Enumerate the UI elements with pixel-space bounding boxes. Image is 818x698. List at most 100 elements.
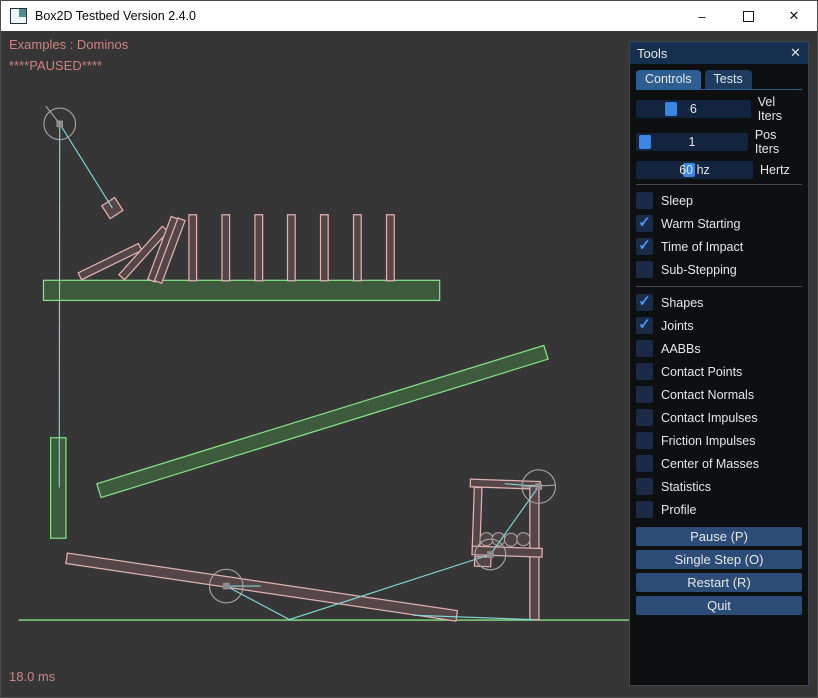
app-window: Box2D Testbed Version 2.4.0 – ✕ Examples… [0, 0, 818, 698]
window-controls: – ✕ [679, 1, 817, 31]
anchor-point-2 [223, 583, 230, 590]
tools-panel: Tools ✕ ControlsTests 6 Vel Iters 1 Pos Ite… [629, 41, 809, 686]
close-icon: ✕ [789, 8, 800, 24]
checkbox-label-profile: Profile [661, 503, 696, 517]
checkbox-label-contact-impulses: Contact Impulses [661, 411, 758, 425]
example-label: Examples : Dominos [9, 37, 128, 52]
app-icon [10, 8, 27, 24]
checkbox-time-of-impact[interactable]: ✓ [636, 238, 653, 255]
slider-row-vel-iters: 6 Vel Iters [636, 95, 802, 123]
checkbox-contact-impulses[interactable] [636, 409, 653, 426]
checkbox-label-contact-normals: Contact Normals [661, 388, 754, 402]
checkbox-row-aabbs[interactable]: AABBs [636, 337, 802, 360]
maximize-icon [743, 11, 754, 22]
slider-row-hertz: 60 hz Hertz [636, 161, 802, 179]
checkbox-row-sub-stepping[interactable]: Sub-Stepping [636, 258, 802, 281]
frame-left-post[interactable] [472, 487, 482, 554]
domino-standing-3[interactable] [255, 215, 263, 281]
slider-pos-iters[interactable]: 1 [636, 133, 748, 151]
domino-standing-7[interactable] [387, 215, 395, 281]
cradle-ball-4[interactable] [517, 533, 530, 546]
slider-value-hertz: 60 hz [636, 161, 753, 179]
slider-hertz[interactable]: 60 hz [636, 161, 753, 179]
checkbox-contact-points[interactable] [636, 363, 653, 380]
tab-controls[interactable]: Controls [636, 70, 701, 89]
checkbox-shapes[interactable]: ✓ [636, 294, 653, 311]
tools-panel-close-button[interactable]: ✕ [787, 44, 804, 61]
checkbox-label-sub-stepping: Sub-Stepping [661, 263, 737, 277]
checkbox-row-profile[interactable]: Profile [636, 498, 802, 521]
slider-row-pos-iters: 1 Pos Iters [636, 128, 802, 156]
checkbox-row-statistics[interactable]: Statistics [636, 475, 802, 498]
checkbox-row-contact-normals[interactable]: Contact Normals [636, 383, 802, 406]
checkbox-label-warm-starting: Warm Starting [661, 217, 740, 231]
checkbox-sleep[interactable] [636, 192, 653, 209]
joint-line-2 [60, 124, 113, 208]
paused-label: ****PAUSED**** [9, 58, 102, 73]
minimize-button[interactable]: – [679, 1, 725, 31]
maximize-button[interactable] [725, 1, 771, 31]
checkbox-label-sleep: Sleep [661, 194, 693, 208]
frame-time-label: 18.0 ms [9, 669, 55, 684]
domino-standing-4[interactable] [288, 215, 296, 281]
window-title: Box2D Testbed Version 2.4.0 [35, 9, 196, 23]
checkbox-label-statistics: Statistics [661, 480, 711, 494]
checkbox-row-friction-impulses[interactable]: Friction Impulses [636, 429, 802, 452]
slider-label-vel-iters: Vel Iters [758, 95, 802, 123]
minimize-icon: – [698, 9, 705, 24]
checkbox-warm-starting[interactable]: ✓ [636, 215, 653, 232]
checkbox-row-joints[interactable]: ✓Joints [636, 314, 802, 337]
slider-label-hertz: Hertz [760, 163, 790, 177]
checkbox-center-of-masses[interactable] [636, 455, 653, 472]
ramp [97, 345, 548, 497]
button-section: Pause (P) Single Step (O) Restart (R) Quit [636, 527, 802, 615]
checkmark-icon: ✓ [638, 215, 651, 230]
close-button[interactable]: ✕ [771, 1, 817, 31]
domino-standing-1[interactable] [189, 215, 197, 281]
domino-standing-5[interactable] [321, 215, 329, 281]
cradle-ball-3[interactable] [504, 533, 517, 546]
anchor-point-3 [487, 551, 494, 558]
pause-p-button[interactable]: Pause (P) [636, 527, 802, 546]
checkbox-label-friction-impulses: Friction Impulses [661, 434, 755, 448]
pillar [51, 438, 66, 538]
slider-label-pos-iters: Pos Iters [755, 128, 802, 156]
checkbox-sub-stepping[interactable] [636, 261, 653, 278]
slider-vel-iters[interactable]: 6 [636, 100, 751, 118]
tools-panel-title: Tools [637, 46, 667, 61]
restart-r-button[interactable]: Restart (R) [636, 573, 802, 592]
checkbox-contact-normals[interactable] [636, 386, 653, 403]
tools-panel-titlebar[interactable]: Tools ✕ [630, 42, 808, 64]
checkbox-row-contact-points[interactable]: Contact Points [636, 360, 802, 383]
checkbox-row-sleep[interactable]: Sleep [636, 189, 802, 212]
domino-standing-6[interactable] [354, 215, 362, 281]
domino-platform [43, 280, 439, 300]
checkbox-row-warm-starting[interactable]: ✓ Warm Starting [636, 212, 802, 235]
checkbox-friction-impulses[interactable] [636, 432, 653, 449]
tab-bar: ControlsTests [636, 69, 802, 90]
single-step-o-button[interactable]: Single Step (O) [636, 550, 802, 569]
checkbox-row-time-of-impact[interactable]: ✓Time of Impact [636, 235, 802, 258]
slider-value-vel-iters: 6 [636, 100, 751, 118]
os-titlebar: Box2D Testbed Version 2.4.0 – ✕ [1, 1, 817, 31]
axis-line-1 [46, 106, 60, 124]
seesaw-plank[interactable] [66, 553, 458, 621]
slider-section: 6 Vel Iters 1 Pos Iters60 hz Hertz [636, 95, 802, 179]
checkbox-row-shapes[interactable]: ✓Shapes [636, 291, 802, 314]
quit-button[interactable]: Quit [636, 596, 802, 615]
checkbox-aabbs[interactable] [636, 340, 653, 357]
checkbox-profile[interactable] [636, 501, 653, 518]
checkbox-label-center-of-masses: Center of Masses [661, 457, 759, 471]
checkbox-statistics[interactable] [636, 478, 653, 495]
checkbox-row-contact-impulses[interactable]: Contact Impulses [636, 406, 802, 429]
checkbox-joints[interactable]: ✓ [636, 317, 653, 334]
checkmark-icon: ✓ [638, 294, 651, 309]
checkbox-row-center-of-masses[interactable]: Center of Masses [636, 452, 802, 475]
frame-shelf[interactable] [472, 546, 542, 557]
checkbox-group-1: Sleep ✓ Warm Starting ✓Time of Impact Sub-St… [636, 184, 802, 286]
checkmark-icon: ✓ [638, 317, 651, 332]
tools-panel-body: ControlsTests 6 Vel Iters 1 Pos Iters60 hz H… [630, 64, 808, 615]
domino-standing-2[interactable] [222, 215, 230, 281]
slider-value-pos-iters: 1 [636, 133, 748, 151]
tab-tests[interactable]: Tests [705, 70, 752, 89]
